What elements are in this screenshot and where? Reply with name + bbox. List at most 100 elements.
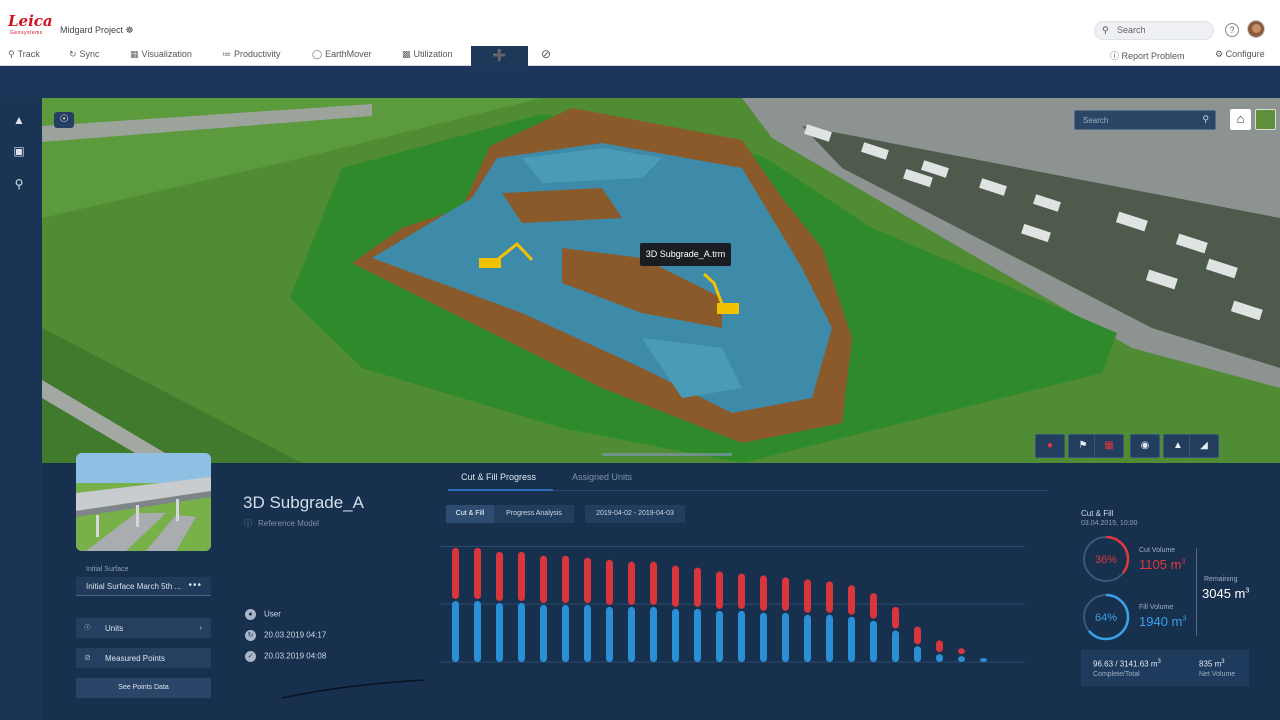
cube-icon[interactable]: ▣ <box>11 144 27 160</box>
module-tab-bar: ⚲ Track ↻ Sync ▦ Visualization ≔ Productivit… <box>0 46 1280 66</box>
annotation-stroke <box>281 679 426 699</box>
cut-bar-15 <box>782 577 789 611</box>
cut-bar-18 <box>848 585 855 615</box>
cut-bar-12 <box>716 571 723 609</box>
fill-bar-13 <box>738 610 745 662</box>
model-tooltip: 3D Subgrade_A.trm <box>640 243 731 266</box>
seg-progress-analysis[interactable]: Progress Analysis <box>494 505 574 523</box>
shell-header-band <box>0 66 1280 98</box>
fill-bar-16 <box>804 614 811 662</box>
survey-rod-icon: ➕ <box>492 50 507 62</box>
configure-link[interactable]: ⚙ Configure <box>1215 49 1265 60</box>
left-toolbar: ▲ ▣ ⚲ <box>0 98 42 720</box>
initial-surface-label: Initial Surface <box>86 566 129 573</box>
model-subtitle: ⓘ Reference Model <box>244 519 319 528</box>
fill-bar-8 <box>628 606 635 662</box>
more-icon[interactable]: ••• <box>188 580 202 591</box>
viewport-search-input[interactable]: Search ⚲ <box>1074 110 1216 130</box>
tab-sync[interactable]: ↻ Sync <box>69 49 100 60</box>
tab-earthmover[interactable]: ◯ EarthMover <box>312 49 372 60</box>
chevron-right-icon: › <box>199 623 202 632</box>
fill-bar-0 <box>452 601 459 662</box>
global-search-input[interactable]: ⚲ Search <box>1094 21 1214 40</box>
fill-bar-2 <box>496 603 503 662</box>
cut-bar-0 <box>452 547 459 600</box>
check-icon: ✓ <box>245 651 256 662</box>
fill-bar-9 <box>650 606 657 662</box>
totals-card: 96.63 / 3141.63 m3 Complete/Total 835 m3… <box>1081 650 1249 686</box>
fill-bar-11 <box>694 608 701 662</box>
cut-bar-8 <box>628 561 635 605</box>
tab-compass[interactable]: ⊘ <box>541 47 551 61</box>
remaining-value: 3045 m3 <box>1202 586 1250 601</box>
cut-bar-7 <box>606 559 613 605</box>
help-icon[interactable]: ? <box>1225 23 1239 37</box>
fill-bar-7 <box>606 606 613 662</box>
measured-points-toggle[interactable]: ⊘ Measured Points <box>76 648 211 668</box>
avatar[interactable] <box>1247 20 1265 38</box>
record-icon[interactable]: ● <box>1035 434 1065 458</box>
fill-bar-6 <box>584 604 591 662</box>
project-name[interactable]: Midgard Project ☸ <box>60 25 134 36</box>
fill-bar-22 <box>936 654 943 662</box>
complete-total-value: 96.63 / 3141.63 m3 <box>1093 659 1161 669</box>
location-pin-icon[interactable]: ⚲ <box>11 177 27 193</box>
map-3d-viewport[interactable] <box>42 98 1280 463</box>
tab-utilization[interactable]: ▩ Utilization <box>402 49 453 60</box>
machine-icon[interactable]: ▦ <box>1094 434 1124 458</box>
initial-surface-select[interactable]: Initial Surface March 5th ... ••• <box>76 577 211 596</box>
logo-subtitle: Geosystems <box>10 30 43 36</box>
meta-user: ● User <box>245 609 281 620</box>
terrain-icon[interactable]: ▲ <box>11 113 27 129</box>
model-thumbnail[interactable] <box>76 453 211 551</box>
see-points-data-button[interactable]: See Points Data <box>76 678 211 698</box>
search-placeholder: Search <box>1117 25 1146 35</box>
top-header: Leica Geosystems Midgard Project ☸ ⚲ Sea… <box>0 0 1280 46</box>
fill-bar-15 <box>782 612 789 662</box>
date-range-picker[interactable]: 2019-04-02 - 2019-04-03 <box>585 505 685 523</box>
report-problem-link[interactable]: ⓘ Report Problem <box>1110 49 1185 62</box>
fill-bar-4 <box>540 604 547 662</box>
tab-survey-active[interactable]: ➕ <box>471 46 528 66</box>
cut-bar-5 <box>562 555 569 603</box>
fill-volume-label: Fill Volume <box>1139 604 1174 611</box>
eye-icon[interactable]: ☉ <box>54 112 74 128</box>
cut-volume-value: 1105 m3 <box>1139 557 1186 572</box>
meta-date-created: ✓ 20.03.2019 04:08 <box>245 651 326 662</box>
fill-bar-12 <box>716 610 723 662</box>
tab-active-indicator <box>448 489 553 491</box>
cut-fill-gauges: 36% 64% <box>1082 535 1130 641</box>
home-icon[interactable]: ⌂ <box>1230 109 1251 130</box>
target-icon[interactable]: ◉ <box>1130 434 1160 458</box>
summary-title: Cut & Fill <box>1081 509 1114 518</box>
satellite-layer-icon[interactable] <box>1255 109 1276 130</box>
remaining-label: Remaining <box>1204 576 1238 583</box>
cut-bar-4 <box>540 555 547 603</box>
meta-date-updated: ↻ 20.03.2019 04:17 <box>245 630 326 641</box>
seg-cut-fill[interactable]: Cut & Fill <box>446 505 494 523</box>
cut-bar-2 <box>496 551 503 601</box>
slope-icon[interactable]: ◢ <box>1189 434 1219 458</box>
fill-bar-21 <box>914 646 921 662</box>
tab-cut-fill-progress[interactable]: Cut & Fill Progress <box>461 472 536 482</box>
eye-off-icon: ⊘ <box>84 653 91 662</box>
fill-bar-14 <box>760 612 767 662</box>
aerial-site-render <box>42 98 1280 463</box>
cut-percent-label: 36% <box>1095 554 1117 566</box>
fill-bar-23 <box>958 656 965 662</box>
units-toggle[interactable]: ☉ Units › <box>76 618 211 638</box>
cut-fill-bar-chart <box>440 545 1025 663</box>
leica-logo[interactable]: Leica <box>8 12 53 30</box>
tab-track[interactable]: ⚲ Track <box>8 49 40 60</box>
tab-productivity[interactable]: ≔ Productivity <box>222 49 281 60</box>
cut-bar-16 <box>804 579 811 613</box>
tab-visualization[interactable]: ▦ Visualization <box>130 49 192 60</box>
visualization-icon: ▦ <box>130 49 139 59</box>
pin-icon: ⚲ <box>8 49 15 59</box>
cut-bar-21 <box>914 626 921 645</box>
tab-assigned-units[interactable]: Assigned Units <box>572 472 632 482</box>
cut-bar-17 <box>826 581 833 613</box>
summary-date: 03.04.2019, 10:00 <box>1081 520 1138 527</box>
cut-bar-23 <box>958 648 965 655</box>
cut-bar-22 <box>936 640 943 653</box>
